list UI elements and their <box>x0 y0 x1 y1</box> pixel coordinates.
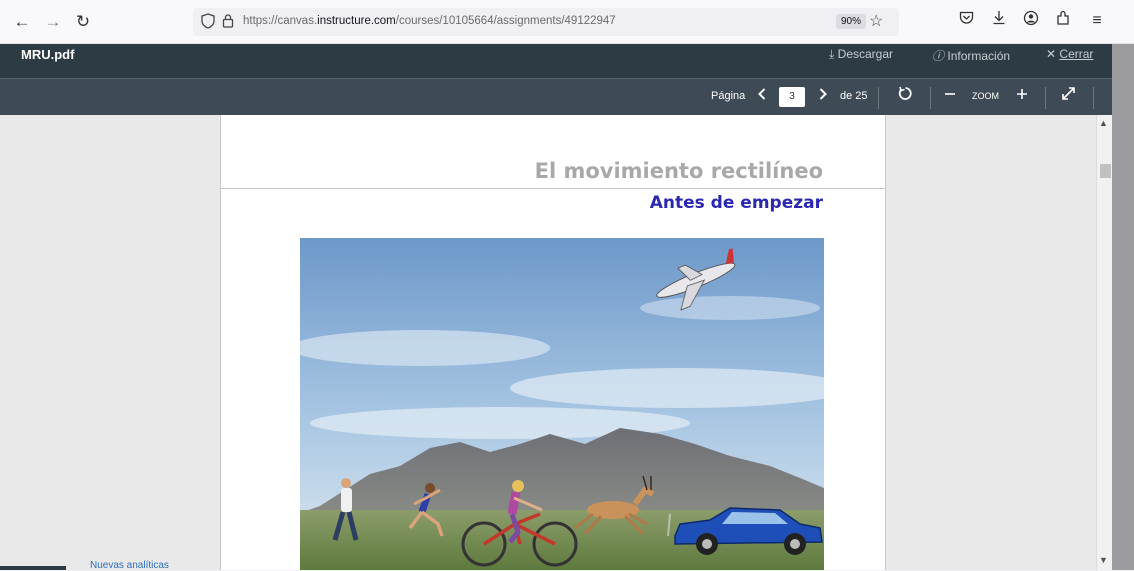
next-page-button[interactable] <box>814 86 832 106</box>
background-footer-fragment <box>0 566 66 570</box>
bookmark-star-icon[interactable]: ☆ <box>869 11 883 31</box>
prev-page-button[interactable] <box>753 86 771 106</box>
heading-divider <box>221 188 885 189</box>
toolbar-divider <box>930 87 931 109</box>
motion-illustration-image <box>300 238 824 570</box>
download-label: Descargar <box>837 47 894 61</box>
background-footer-link: Nuevas analíticas <box>90 560 169 571</box>
zoom-out-button[interactable] <box>941 86 959 106</box>
toolbar-divider <box>1045 87 1046 109</box>
back-icon[interactable]: ← <box>11 11 33 33</box>
page-label: Página <box>711 90 746 102</box>
zoom-in-button[interactable] <box>1013 86 1031 106</box>
background-overlay-strip-inner <box>1112 44 1134 570</box>
info-button[interactable]: ⓘ Información <box>932 47 1010 64</box>
viewer-title-bar: MRU.pdf ⤓ Descargar ⓘ Información ✕ Cerr… <box>0 44 1112 78</box>
page-heading: El movimiento rectilíneo <box>534 159 823 183</box>
rotate-icon <box>898 86 912 100</box>
document-scrollbar[interactable]: ▲ ▼ <box>1096 115 1112 570</box>
toolbar-divider <box>878 87 879 109</box>
scroll-down-icon[interactable]: ▼ <box>1099 555 1108 565</box>
download-button[interactable]: ⤓ Descargar <box>829 47 893 62</box>
rotate-button[interactable] <box>896 86 914 106</box>
page-number-input[interactable]: 3 <box>779 87 805 107</box>
pocket-icon[interactable] <box>955 10 977 32</box>
url-text[interactable]: https://canvas.instructure.com/courses/1… <box>243 15 616 27</box>
close-button[interactable]: ✕ Cerrar <box>1046 47 1093 61</box>
scroll-thumb[interactable] <box>1100 164 1111 178</box>
browser-toolbar: ← → ↻ https://canvas.instructure.com/cou… <box>0 0 1134 44</box>
download-icon: ⤓ <box>829 47 835 61</box>
download-icon[interactable] <box>988 10 1010 32</box>
expand-icon <box>1061 87 1075 100</box>
close-label: Cerrar <box>1059 47 1094 61</box>
minus-icon <box>945 93 955 95</box>
background-overlay-strip <box>1112 44 1134 570</box>
forward-icon[interactable]: → <box>42 11 64 33</box>
url-bar[interactable]: https://canvas.instructure.com/courses/1… <box>193 8 899 36</box>
reload-icon[interactable]: ↻ <box>72 11 94 33</box>
chevron-right-icon <box>819 88 827 100</box>
fullscreen-button[interactable] <box>1059 86 1077 106</box>
plus-icon <box>1017 89 1027 99</box>
document-viewport[interactable]: El movimiento rectilíneo Antes de empeza… <box>0 115 1096 570</box>
info-label: Información <box>947 49 1011 63</box>
page-subheading: Antes de empezar <box>649 193 823 213</box>
close-icon: ✕ <box>1046 47 1057 61</box>
motion-illustration <box>300 238 824 570</box>
zoom-level-badge[interactable]: 90% <box>836 14 867 29</box>
extensions-icon[interactable] <box>1052 10 1074 32</box>
account-icon[interactable] <box>1020 10 1042 32</box>
pdf-page: El movimiento rectilíneo Antes de empeza… <box>220 115 886 570</box>
document-title: MRU.pdf <box>21 47 75 62</box>
zoom-label: ZOOM <box>972 91 999 101</box>
info-icon: ⓘ <box>932 49 945 63</box>
chevron-left-icon <box>758 88 766 100</box>
lock-icon[interactable] <box>222 13 234 32</box>
viewer-toolbar: Página 3 de 25 ZOOM <box>0 78 1112 115</box>
toolbar-divider <box>1093 87 1094 109</box>
menu-icon[interactable]: ≡ <box>1086 10 1108 32</box>
scroll-up-icon[interactable]: ▲ <box>1099 118 1108 128</box>
shield-icon[interactable] <box>201 13 215 33</box>
total-pages: de 25 <box>840 90 868 102</box>
